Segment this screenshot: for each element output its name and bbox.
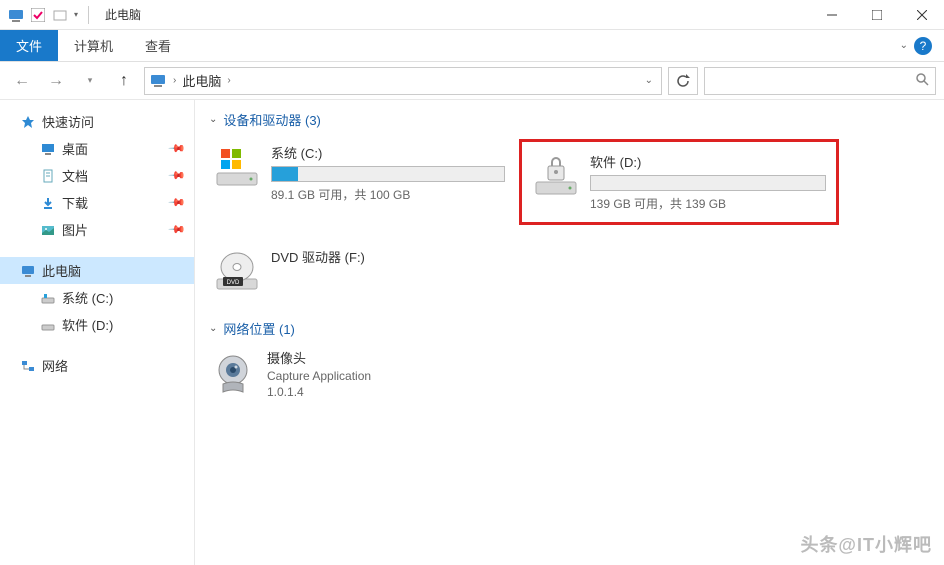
search-icon xyxy=(915,72,929,89)
ribbon-tab-computer[interactable]: 计算机 xyxy=(58,30,129,61)
ribbon: 文件 计算机 查看 ⌄ ? xyxy=(0,30,944,62)
network-item-camera[interactable]: 摄像头 Capture Application 1.0.1.4 xyxy=(209,348,930,399)
search-input[interactable] xyxy=(704,67,936,95)
download-icon xyxy=(40,195,56,211)
refresh-button[interactable] xyxy=(668,67,698,95)
network-item-name: 摄像头 xyxy=(267,348,371,367)
document-icon xyxy=(40,168,56,184)
pin-icon: 📌 xyxy=(168,139,187,158)
sidebar-quick-access[interactable]: 快速访问 xyxy=(0,108,194,135)
network-item-desc: Capture Application xyxy=(267,369,371,383)
address-dropdown-icon[interactable]: ⌄ xyxy=(645,75,653,86)
star-icon xyxy=(20,114,36,130)
pin-icon: 📌 xyxy=(168,166,187,185)
locked-drive-icon xyxy=(532,152,580,200)
ribbon-tab-file[interactable]: 文件 xyxy=(0,30,58,61)
nav-back-button[interactable]: ← xyxy=(8,67,36,95)
qat-dropdown[interactable]: ▾ xyxy=(74,10,78,19)
drive-capacity-bar xyxy=(271,166,505,182)
pin-icon: 📌 xyxy=(168,220,187,239)
content-area: ⌄ 设备和驱动器 (3) 系统 (C:) 89.1 GB 可用，共 100 GB xyxy=(195,100,944,565)
window-title: 此电脑 xyxy=(105,6,141,23)
navbar: ← → ▾ ↑ › 此电脑 › ⌄ xyxy=(0,62,944,100)
drive-capacity-bar xyxy=(590,175,826,191)
drive-item-dvd[interactable]: DVD DVD 驱动器 (F:) xyxy=(209,243,509,299)
breadcrumb-chevron-icon[interactable]: › xyxy=(227,75,230,86)
svg-text:DVD: DVD xyxy=(227,280,240,286)
sidebar-item-downloads[interactable]: 下载 📌 xyxy=(0,189,194,216)
qat-folder-icon[interactable] xyxy=(52,7,68,23)
nav-up-button[interactable]: ↑ xyxy=(110,67,138,95)
drive-name: 系统 (C:) xyxy=(271,143,505,162)
pin-icon: 📌 xyxy=(168,193,187,212)
pc-icon xyxy=(20,263,36,279)
pictures-icon xyxy=(40,222,56,238)
sidebar-item-documents[interactable]: 文档 📌 xyxy=(0,162,194,189)
drive-icon xyxy=(40,317,56,333)
chevron-down-icon: ⌄ xyxy=(209,323,217,334)
drive-name: 软件 (D:) xyxy=(590,152,826,171)
sidebar-item-pictures[interactable]: 图片 📌 xyxy=(0,216,194,243)
drive-icon xyxy=(40,290,56,306)
sidebar: 快速访问 桌面 📌 文档 📌 下载 📌 图片 📌 xyxy=(0,100,195,565)
network-item-version: 1.0.1.4 xyxy=(267,385,371,399)
drive-item-c[interactable]: 系统 (C:) 89.1 GB 可用，共 100 GB xyxy=(209,139,509,225)
ribbon-tab-view[interactable]: 查看 xyxy=(129,30,187,61)
qat-checkbox-icon[interactable] xyxy=(30,7,46,23)
sidebar-item-drive-c[interactable]: 系统 (C:) xyxy=(0,284,194,311)
desktop-icon xyxy=(40,141,56,157)
maximize-button[interactable] xyxy=(854,0,899,30)
pc-icon xyxy=(149,72,167,90)
sidebar-this-pc[interactable]: 此电脑 xyxy=(0,257,194,284)
titlebar: ▾ 此电脑 xyxy=(0,0,944,30)
sidebar-item-desktop[interactable]: 桌面 📌 xyxy=(0,135,194,162)
app-icon xyxy=(8,7,24,23)
drive-item-d[interactable]: 软件 (D:) 139 GB 可用，共 139 GB xyxy=(519,139,839,225)
address-bar[interactable]: › 此电脑 › ⌄ xyxy=(144,67,662,95)
breadcrumb-chevron-icon[interactable]: › xyxy=(173,75,176,86)
drive-name: DVD 驱动器 (F:) xyxy=(271,247,505,266)
sidebar-item-drive-d[interactable]: 软件 (D:) xyxy=(0,311,194,338)
nav-history-dropdown[interactable]: ▾ xyxy=(76,67,104,95)
section-devices-header[interactable]: ⌄ 设备和驱动器 (3) xyxy=(209,110,930,129)
breadcrumb-root[interactable]: 此电脑 xyxy=(182,71,221,90)
close-button[interactable] xyxy=(899,0,944,30)
chevron-down-icon: ⌄ xyxy=(209,114,217,125)
minimize-button[interactable] xyxy=(809,0,854,30)
dvd-drive-icon: DVD xyxy=(213,247,261,295)
sidebar-network[interactable]: 网络 xyxy=(0,352,194,379)
webcam-icon xyxy=(209,350,257,398)
network-icon xyxy=(20,358,36,374)
section-network-header[interactable]: ⌄ 网络位置 (1) xyxy=(209,319,930,338)
nav-forward-button[interactable]: → xyxy=(42,67,70,95)
ribbon-expand-icon[interactable]: ⌄ xyxy=(900,40,908,51)
help-icon[interactable]: ? xyxy=(914,37,932,55)
drive-stat: 89.1 GB 可用，共 100 GB xyxy=(271,186,505,203)
drive-stat: 139 GB 可用，共 139 GB xyxy=(590,195,826,212)
os-drive-icon xyxy=(213,143,261,191)
